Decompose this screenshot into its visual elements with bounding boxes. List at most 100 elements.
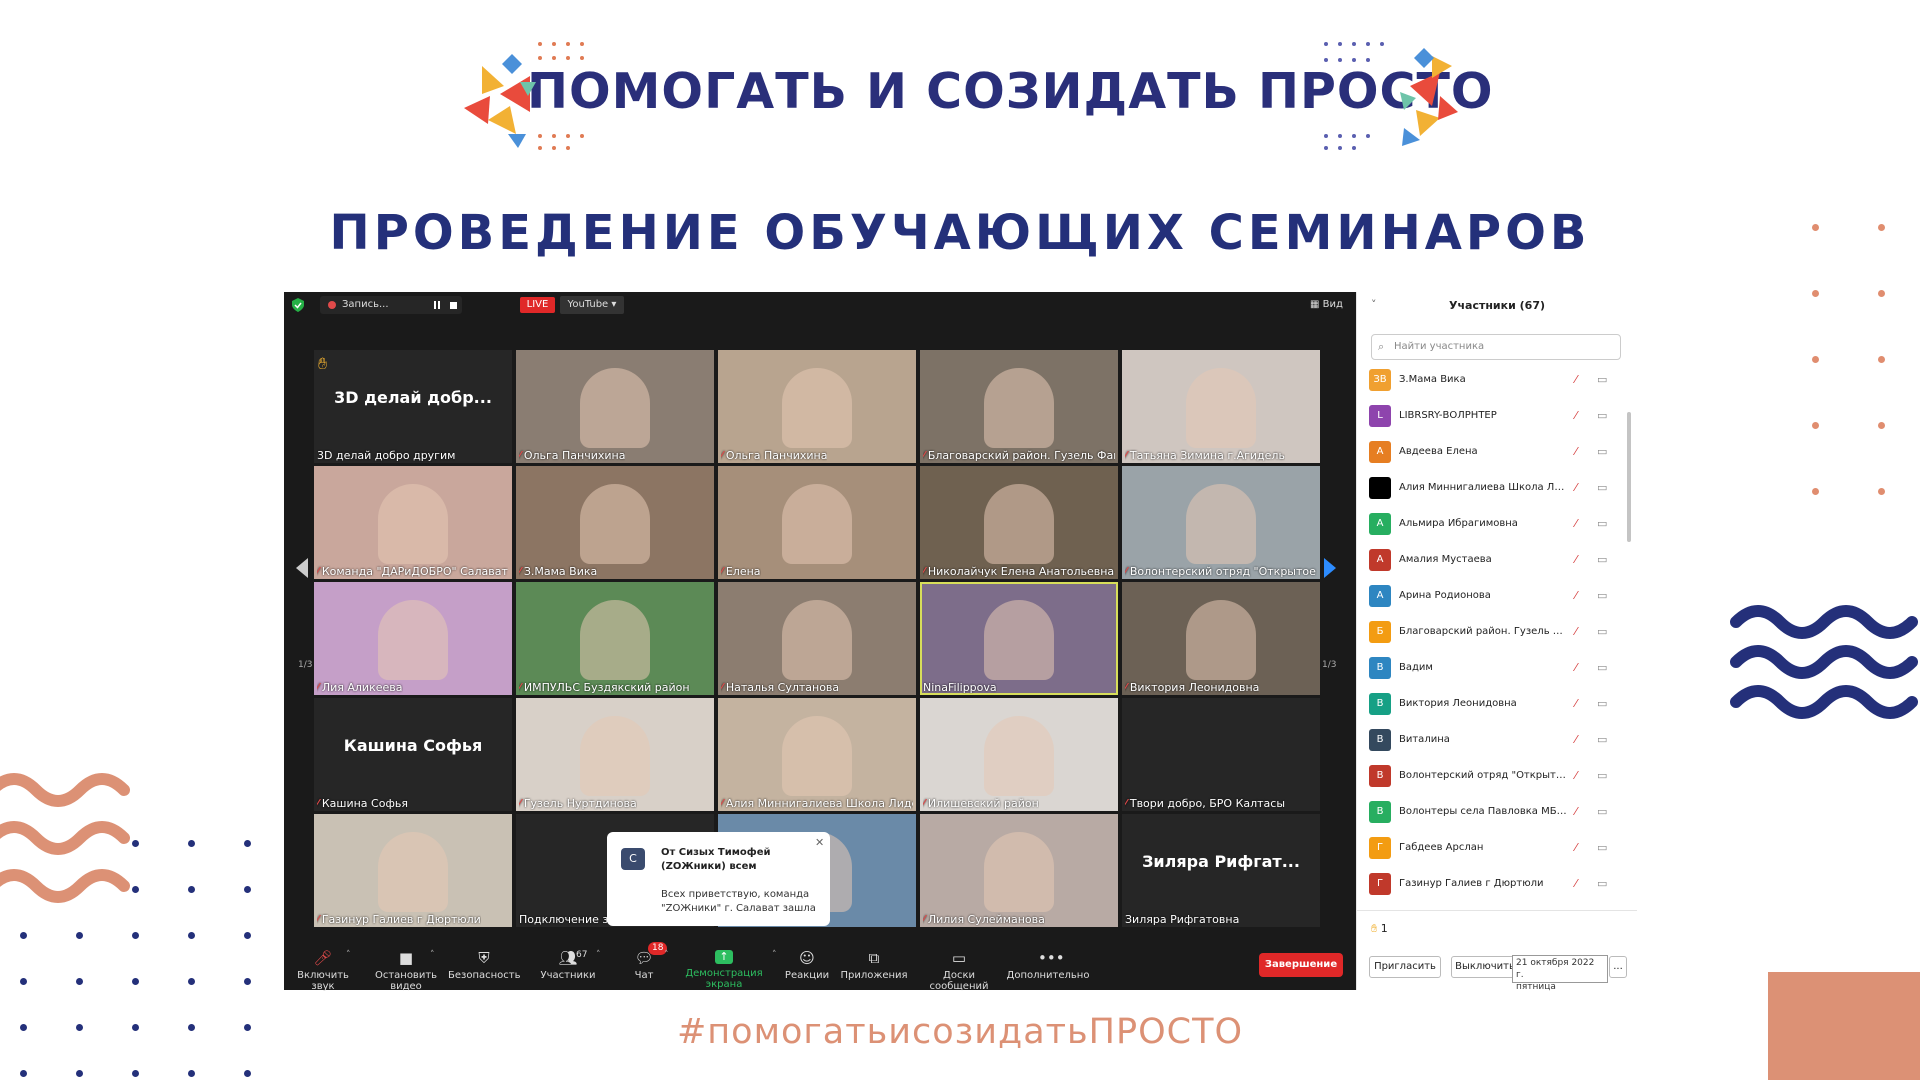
participant-row[interactable]: ЗВ З.Мама Вика ⁄ ▭ xyxy=(1369,366,1619,394)
panel-more-button[interactable]: ... xyxy=(1609,956,1627,978)
video-tile[interactable]: ⁄ Ольга Панчихина xyxy=(718,350,916,463)
participant-row[interactable]: А Альмира Ибрагимовна ⁄ ▭ xyxy=(1369,510,1619,538)
video-tile[interactable]: ⁄ Волонтерский отряд "Открытое с... xyxy=(1122,466,1320,579)
whiteboards-button[interactable]: ▭ Доски сообщений xyxy=(912,940,1006,992)
participant-list-scrollbar[interactable] xyxy=(1627,412,1631,542)
video-off-icon[interactable]: ▭ xyxy=(1597,402,1607,430)
chevron-up-icon[interactable]: ˄ xyxy=(430,950,435,960)
video-off-icon[interactable]: ▭ xyxy=(1597,510,1607,538)
video-off-icon[interactable]: ▭ xyxy=(1597,690,1607,718)
video-tile[interactable]: ⁄ Газинур Галиев г Дюртюли xyxy=(314,814,512,927)
participant-video-feed xyxy=(984,368,1054,448)
invite-button[interactable]: Пригласить xyxy=(1369,956,1441,978)
chat-notification-popup[interactable]: С От Сизых Тимофей (ZОЖники) всем Всех п… xyxy=(607,832,830,926)
reactions-button[interactable]: ☺ Реакции xyxy=(780,940,834,981)
participant-row[interactable]: В Виталина ⁄ ▭ xyxy=(1369,726,1619,754)
share-screen-button[interactable]: ↑ Демонстрация экрана ˄ xyxy=(674,940,777,990)
video-tile[interactable]: ⁄ Команда "ДАРиДОБРО" Салават xyxy=(314,466,512,579)
participant-row[interactable]: А Авдеева Елена ⁄ ▭ xyxy=(1369,438,1619,466)
video-off-icon[interactable]: ▭ xyxy=(1597,834,1607,862)
video-off-icon[interactable]: ▭ xyxy=(1597,546,1607,574)
apps-button[interactable]: ⧉ Приложения xyxy=(836,940,912,981)
participant-row[interactable]: L LIBRSRY-ВОЛРНТЕР ⁄ ▭ xyxy=(1369,402,1619,430)
chevron-up-icon[interactable]: ˄ xyxy=(772,950,777,960)
video-tile[interactable]: ⁄ Лия Аликеева xyxy=(314,582,512,695)
chevron-up-icon[interactable]: ˄ xyxy=(596,950,601,960)
video-off-icon[interactable]: ▭ xyxy=(1597,618,1607,646)
video-tile[interactable]: ⁄ Илишевский район xyxy=(920,698,1118,811)
microphone-muted-icon[interactable]: ⁄ xyxy=(1575,654,1577,682)
security-button[interactable]: ⛨ Безопасность xyxy=(448,940,521,981)
video-off-icon[interactable]: ▭ xyxy=(1597,870,1607,898)
video-off-icon[interactable]: ▭ xyxy=(1597,726,1607,754)
video-tile[interactable]: 3D делай добр... ✋︎ 3D делай добро другим xyxy=(314,350,512,463)
previous-page-arrow-icon[interactable] xyxy=(296,558,308,578)
video-tile[interactable]: Кашина Софья ⁄ Кашина Софья xyxy=(314,698,512,811)
microphone-muted-icon[interactable]: ⁄ xyxy=(1575,474,1577,502)
video-tile[interactable]: ⁄ Наталья Султанова xyxy=(718,582,916,695)
microphone-muted-icon[interactable]: ⁄ xyxy=(1575,618,1577,646)
video-tile[interactable]: ⁄ Твори добро, БРО Калтасы xyxy=(1122,698,1320,811)
video-tile[interactable]: ⁄ Алия Миннигалиева Школа Лиде... xyxy=(718,698,916,811)
video-tile[interactable]: ⁄ ИМПУЛЬС Буздякский район xyxy=(516,582,714,695)
video-tile[interactable]: ⁄ Благоварский район. Гузель Фан... xyxy=(920,350,1118,463)
next-page-arrow-icon[interactable] xyxy=(1324,558,1336,578)
video-tile[interactable]: ⁄ З.Мама Вика xyxy=(516,466,714,579)
microphone-muted-icon[interactable]: ⁄ xyxy=(1575,582,1577,610)
unmute-button[interactable]: 🎤︎ Включить звук ˄ xyxy=(288,940,358,992)
video-off-icon[interactable]: ▭ xyxy=(1597,762,1607,790)
close-icon[interactable]: ✕ xyxy=(815,836,824,849)
pause-recording-icon[interactable] xyxy=(434,301,436,309)
video-tile[interactable]: ⁄ Виктория Леонидовна xyxy=(1122,582,1320,695)
microphone-muted-icon[interactable]: ⁄ xyxy=(1575,402,1577,430)
microphone-muted-icon[interactable]: ⁄ xyxy=(1575,762,1577,790)
video-off-icon[interactable]: ▭ xyxy=(1597,654,1607,682)
view-button[interactable]: ▦ Вид xyxy=(1310,296,1343,314)
microphone-muted-icon[interactable]: ⁄ xyxy=(1575,366,1577,394)
video-tile[interactable]: ⁄ Ольга Панчихина xyxy=(516,350,714,463)
video-tile[interactable]: ⁄ Николайчук Елена Анатольевна ... xyxy=(920,466,1118,579)
participant-row[interactable]: В Волонтерский отряд "Открытое... ⁄ ▭ xyxy=(1369,762,1619,790)
microphone-muted-icon[interactable]: ⁄ xyxy=(1575,546,1577,574)
stop-recording-icon[interactable] xyxy=(450,302,457,309)
video-off-icon[interactable]: ▭ xyxy=(1597,366,1607,394)
participant-row[interactable]: Г Габдеев Арслан ⁄ ▭ xyxy=(1369,834,1619,862)
participant-row[interactable]: В Волонтеры села Павловка МБО... ⁄ ▭ xyxy=(1369,798,1619,826)
microphone-muted-icon[interactable]: ⁄ xyxy=(1575,690,1577,718)
microphone-muted-icon[interactable]: ⁄ xyxy=(1575,726,1577,754)
stop-video-button[interactable]: ■ Остановить видео ˄ xyxy=(360,940,452,992)
video-off-icon[interactable]: ▭ xyxy=(1597,474,1607,502)
participant-search-input[interactable]: ⌕ Найти участника xyxy=(1371,334,1621,360)
video-off-icon[interactable]: ▭ xyxy=(1597,582,1607,610)
video-tile[interactable]: NinaFilippova xyxy=(920,582,1118,695)
mute-all-button[interactable]: Выключить xyxy=(1451,956,1519,978)
microphone-muted-icon[interactable]: ⁄ xyxy=(1575,438,1577,466)
participant-row[interactable]: А Амалия Мустаева ⁄ ▭ xyxy=(1369,546,1619,574)
shield-check-icon[interactable] xyxy=(292,298,304,312)
video-tile[interactable]: ⁄ Гузель Нуртдинова xyxy=(516,698,714,811)
more-button[interactable]: ••• Дополнительно xyxy=(1006,940,1090,981)
participant-row[interactable]: А Арина Родионова ⁄ ▭ xyxy=(1369,582,1619,610)
video-tile[interactable]: ⁄ Татьяна Зимина г.Агидель xyxy=(1122,350,1320,463)
participant-row[interactable]: В Вадим ⁄ ▭ xyxy=(1369,654,1619,682)
participant-row[interactable]: Алия Миннигалиева Школа Лид... ⁄ ▭ xyxy=(1369,474,1619,502)
participant-row[interactable]: Г Газинур Галиев г Дюртюли ⁄ ▭ xyxy=(1369,870,1619,898)
video-off-icon[interactable]: ▭ xyxy=(1597,798,1607,826)
video-tile[interactable]: ⁄ Елена xyxy=(718,466,916,579)
video-tile[interactable]: Зиляра Рифгат... Зиляра Рифгатовна xyxy=(1122,814,1320,927)
participant-row[interactable]: В Виктория Леонидовна ⁄ ▭ xyxy=(1369,690,1619,718)
youtube-stream-dropdown[interactable]: YouTube ▾ xyxy=(560,296,624,314)
participants-button[interactable]: 👥︎ 67 Участники ˄ xyxy=(532,940,604,981)
microphone-muted-icon[interactable]: ⁄ xyxy=(1575,510,1577,538)
microphone-muted-icon[interactable]: ⁄ xyxy=(1575,870,1577,898)
chevron-up-icon[interactable]: ˄ xyxy=(664,950,669,960)
chat-button[interactable]: 💬︎ 18 Чат ˄ xyxy=(620,940,669,981)
microphone-muted-icon[interactable]: ⁄ xyxy=(1575,798,1577,826)
video-tile[interactable]: ⁄ Лилия Сулейманова xyxy=(920,814,1118,927)
participant-row[interactable]: Б Благоварский район. Гузель Фа... ⁄ ▭ xyxy=(1369,618,1619,646)
end-meeting-button[interactable]: Завершение xyxy=(1259,953,1343,977)
video-off-icon[interactable]: ▭ xyxy=(1597,438,1607,466)
chevron-up-icon[interactable]: ˄ xyxy=(346,950,351,960)
microphone-muted-icon[interactable]: ⁄ xyxy=(1575,834,1577,862)
participant-name: ИМПУЛЬС Буздякский район xyxy=(523,681,690,694)
